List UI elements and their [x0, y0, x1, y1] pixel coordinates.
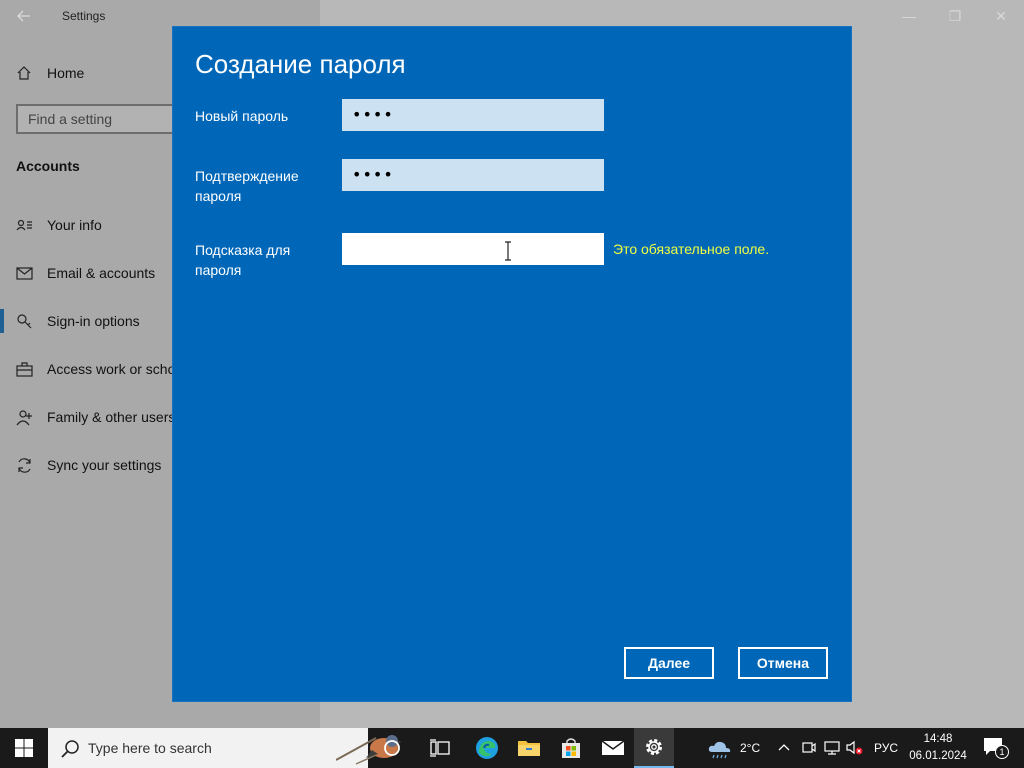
edge-browser-icon	[476, 737, 498, 759]
person-card-icon	[16, 219, 32, 230]
sidebar-item-label: Home	[47, 65, 85, 81]
sidebar-item-email-accounts[interactable]: Email & accounts	[16, 262, 155, 284]
section-title: Accounts	[16, 158, 80, 174]
store-bag-icon	[562, 738, 580, 758]
cortana-circle-icon	[384, 740, 400, 756]
taskbar-search-placeholder: Type here to search	[88, 740, 212, 756]
clock-time: 14:48	[923, 733, 953, 745]
home-icon	[17, 66, 31, 80]
volume-muted-icon[interactable]	[846, 740, 864, 756]
search-icon	[61, 740, 79, 758]
briefcase-icon	[16, 361, 33, 377]
folder-icon	[518, 741, 540, 756]
sidebar-item-label: Email & accounts	[47, 265, 156, 281]
cancel-button[interactable]: Отмена	[738, 647, 828, 679]
start-button[interactable]	[0, 728, 48, 768]
next-button[interactable]: Далее	[624, 647, 714, 679]
input-language-indicator[interactable]: РУС	[874, 741, 898, 755]
edge-button[interactable]	[467, 728, 507, 768]
notification-count-badge: 1	[995, 745, 1009, 759]
sidebar-item-label: Sign-in options	[47, 313, 140, 329]
close-button[interactable]: ✕	[978, 0, 1024, 32]
sidebar-item-label: Your info	[47, 217, 102, 233]
required-field-error: Это обязательное поле.	[613, 241, 770, 257]
task-view-button[interactable]	[420, 728, 460, 768]
password-hint-label: Подсказка для пароля	[195, 242, 291, 278]
weather-temperature[interactable]: 2°C	[740, 741, 760, 755]
weather-cloud-icon[interactable]	[706, 738, 734, 760]
password-hint-input[interactable]	[342, 233, 604, 265]
mail-app-button[interactable]	[593, 728, 633, 768]
action-center-button[interactable]: 1	[978, 736, 1010, 760]
cortana-button[interactable]	[372, 728, 412, 768]
maximize-button[interactable]: ❐	[932, 0, 978, 32]
back-button[interactable]	[12, 6, 36, 26]
taskbar-clock[interactable]: 14:48 06.01.2024	[900, 731, 976, 765]
new-password-label: Новый пароль	[195, 108, 289, 124]
mail-icon	[16, 266, 33, 280]
minimize-button[interactable]: —	[886, 0, 932, 32]
task-view-icon	[430, 739, 450, 757]
store-button[interactable]	[551, 728, 591, 768]
sidebar-item-sync[interactable]: Sync your settings	[16, 454, 161, 476]
sidebar-item-your-info[interactable]: Your info	[16, 214, 102, 236]
network-icon[interactable]	[824, 740, 842, 756]
sidebar-item-label: Access work or scho	[47, 361, 176, 377]
sidebar-item-label: Family & other users	[47, 409, 176, 425]
confirm-password-label: Подтверждение пароля	[195, 168, 299, 204]
settings-app-button[interactable]	[634, 728, 674, 768]
gear-icon	[646, 739, 662, 755]
sidebar-item-sign-in-options[interactable]: Sign-in options	[16, 310, 140, 332]
key-icon	[17, 313, 32, 328]
back-arrow-icon	[17, 10, 30, 22]
clock-date: 06.01.2024	[909, 750, 967, 762]
windows-logo-icon	[15, 739, 33, 757]
meet-now-icon[interactable]	[802, 740, 816, 756]
app-title: Settings	[62, 9, 106, 23]
dialog-title: Создание пароля	[195, 49, 406, 79]
sidebar-item-home[interactable]: Home	[16, 62, 84, 84]
taskbar: Type here to search 2°C РУС 14:48 06.01.…	[0, 728, 1024, 768]
sync-icon	[18, 457, 31, 473]
new-password-input[interactable]: ••••	[342, 99, 604, 131]
selected-indicator	[0, 309, 4, 333]
confirm-password-input[interactable]: ••••	[342, 159, 604, 191]
sidebar-item-access-work[interactable]: Access work or scho	[16, 358, 175, 380]
person-add-icon	[16, 409, 32, 425]
sidebar-item-label: Sync your settings	[47, 457, 162, 473]
file-explorer-button[interactable]	[509, 728, 549, 768]
taskbar-search-box[interactable]: Type here to search	[48, 728, 402, 768]
mail-envelope-icon	[601, 740, 625, 755]
text-cursor-icon	[505, 241, 511, 261]
sidebar-item-family[interactable]: Family & other users	[16, 406, 175, 428]
chevron-up-icon[interactable]	[778, 742, 790, 752]
search-placeholder: Find a setting	[28, 111, 113, 127]
create-password-dialog: Создание пароля Новый пароль •••• Подтве…	[172, 26, 852, 702]
